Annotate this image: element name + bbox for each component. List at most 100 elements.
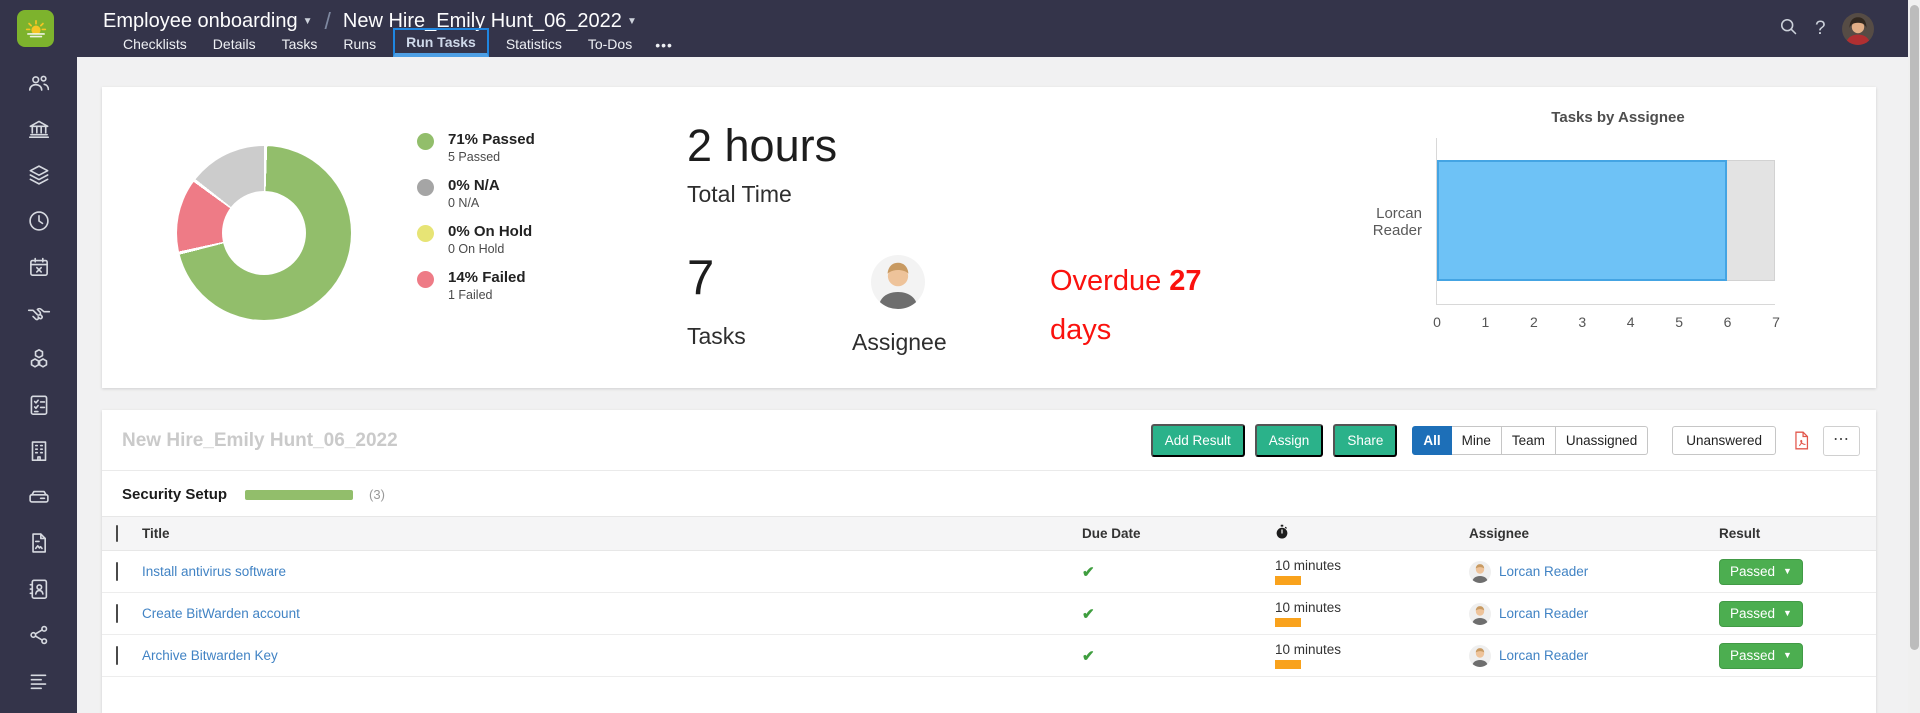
chevron-down-icon[interactable]: ▼ [627, 16, 637, 27]
app-logo[interactable] [17, 10, 54, 47]
filter-mine[interactable]: Mine [1451, 426, 1502, 455]
result-label: Passed [1730, 563, 1776, 579]
x-axis-tick-label: 2 [1529, 314, 1538, 330]
section-task-count: (3) [369, 487, 385, 502]
unanswered-filter-button[interactable]: Unanswered [1672, 426, 1776, 455]
legend-item-passed: 71% Passed 5 Passed [417, 131, 535, 164]
x-axis-tick-label: 6 [1723, 314, 1732, 330]
table-row: Install antivirus software ✔ 10 minutes … [102, 551, 1876, 593]
overdue-suffix: days [1050, 314, 1112, 346]
assignee-avatar-small [1469, 602, 1491, 625]
time-cell: 10 minutes [1275, 642, 1469, 669]
calendar-x-icon[interactable] [26, 254, 52, 280]
passed-dot [417, 133, 434, 150]
due-date-check-icon: ✔ [1082, 563, 1095, 581]
text-lines-icon[interactable] [26, 668, 52, 694]
assignee-avatar[interactable] [871, 255, 925, 309]
task-duration-label: 10 minutes [1275, 558, 1342, 573]
task-table-body: Install antivirus software ✔ 10 minutes … [102, 551, 1876, 677]
assignee-link[interactable]: Lorcan Reader [1499, 564, 1588, 579]
x-axis-tick-label: 4 [1626, 314, 1635, 330]
clipboard-list-icon[interactable] [26, 392, 52, 418]
legend-pct: 14% Failed [448, 269, 526, 286]
tab-run-tasks[interactable]: Run Tasks [393, 28, 489, 57]
filter-unassigned[interactable]: Unassigned [1555, 426, 1649, 455]
help-icon[interactable]: ? [1815, 18, 1826, 40]
due-date-check-icon: ✔ [1082, 647, 1095, 665]
on-hold-dot [417, 225, 434, 242]
filter-segmented-control: All Mine Team Unassigned [1412, 426, 1649, 455]
tab-details[interactable]: Details [200, 31, 269, 57]
tab-to-dos[interactable]: To-Dos [575, 31, 645, 57]
donut-legend: 71% Passed 5 Passed 0% N/A 0 N/A 0% On H… [417, 131, 535, 315]
duration-bar [1275, 660, 1301, 669]
tab-bar: Checklists Details Tasks Runs Run Tasks … [110, 28, 683, 57]
filter-all[interactable]: All [1412, 426, 1452, 455]
building-icon[interactable] [26, 438, 52, 464]
due-date-check-icon: ✔ [1082, 605, 1095, 623]
bank-icon[interactable] [26, 116, 52, 142]
result-dropdown-button[interactable]: Passed ▼ [1719, 558, 1803, 585]
tabs-overflow-button[interactable]: ••• [645, 33, 683, 57]
task-count-value: 7 [687, 251, 715, 305]
total-time-label: Total Time [687, 181, 792, 207]
overdue-days-value: 27 [1169, 265, 1202, 297]
task-count-stat: 7 Tasks [687, 254, 746, 350]
share-button[interactable]: Share [1333, 424, 1398, 457]
table-row: Archive Bitwarden Key ✔ 10 minutes Lorca… [102, 635, 1876, 677]
tab-checklists[interactable]: Checklists [110, 31, 200, 57]
layers-icon[interactable] [26, 162, 52, 188]
assignee-link[interactable]: Lorcan Reader [1499, 648, 1588, 663]
task-title-link[interactable]: Install antivirus software [142, 564, 1082, 579]
chart-category-label: Lorcan Reader [1372, 204, 1422, 239]
users-icon[interactable] [26, 70, 52, 96]
legend-item-on-hold: 0% On Hold 0 On Hold [417, 223, 535, 256]
select-all-checkbox[interactable] [116, 525, 118, 542]
more-options-button[interactable]: ⋯ [1823, 425, 1860, 456]
duration-bar [1275, 618, 1301, 627]
row-checkbox[interactable] [116, 561, 118, 581]
address-book-icon[interactable] [26, 576, 52, 602]
table-header: Title Due Date Assignee Result [102, 516, 1876, 551]
stopwatch-icon [1275, 524, 1469, 543]
chevron-down-icon: ▼ [1783, 650, 1792, 660]
tab-tasks[interactable]: Tasks [269, 31, 331, 57]
share-network-icon[interactable] [26, 622, 52, 648]
x-axis-tick-label: 3 [1578, 314, 1587, 330]
add-result-button[interactable]: Add Result [1150, 424, 1245, 457]
clock-icon[interactable] [26, 208, 52, 234]
filter-team[interactable]: Team [1501, 426, 1556, 455]
time-cell: 10 minutes [1275, 558, 1469, 585]
user-avatar[interactable] [1841, 12, 1874, 45]
col-due-date: Due Date [1082, 526, 1141, 541]
x-axis-tick-label: 0 [1433, 314, 1441, 330]
result-dropdown-button[interactable]: Passed ▼ [1719, 642, 1803, 669]
pdf-export-icon[interactable] [1792, 430, 1811, 451]
chart-title: Tasks by Assignee [1551, 109, 1685, 126]
search-icon[interactable] [1778, 16, 1799, 42]
overdue-prefix: Overdue [1050, 265, 1162, 297]
run-header: New Hire_Emily Hunt_06_2022 Add Result A… [102, 410, 1876, 470]
row-checkbox[interactable] [116, 603, 118, 623]
chevron-down-icon: ▼ [1783, 566, 1792, 576]
run-controls: Add Result Assign Share All Mine Team Un… [1141, 424, 1860, 457]
server-icon[interactable] [26, 484, 52, 510]
handshake-icon[interactable] [26, 300, 52, 326]
cubes-icon[interactable] [26, 346, 52, 372]
result-dropdown-button[interactable]: Passed ▼ [1719, 600, 1803, 627]
overdue-warning: Overdue 27 days [1050, 257, 1220, 355]
task-title-link[interactable]: Create BitWarden account [142, 606, 1082, 621]
assignee-link[interactable]: Lorcan Reader [1499, 606, 1588, 621]
row-checkbox[interactable] [116, 645, 118, 665]
tab-runs[interactable]: Runs [330, 31, 389, 57]
tab-statistics[interactable]: Statistics [493, 31, 575, 57]
task-title-link[interactable]: Archive Bitwarden Key [142, 648, 1082, 663]
failed-dot [417, 271, 434, 288]
document-icon[interactable] [26, 530, 52, 556]
chevron-down-icon[interactable]: ▼ [303, 16, 313, 27]
assign-button[interactable]: Assign [1254, 424, 1324, 457]
chevron-down-icon: ▼ [1783, 608, 1792, 618]
scrollbar-thumb[interactable] [1909, 5, 1919, 650]
assignee-label: Assignee [852, 329, 947, 355]
result-label: Passed [1730, 605, 1776, 621]
